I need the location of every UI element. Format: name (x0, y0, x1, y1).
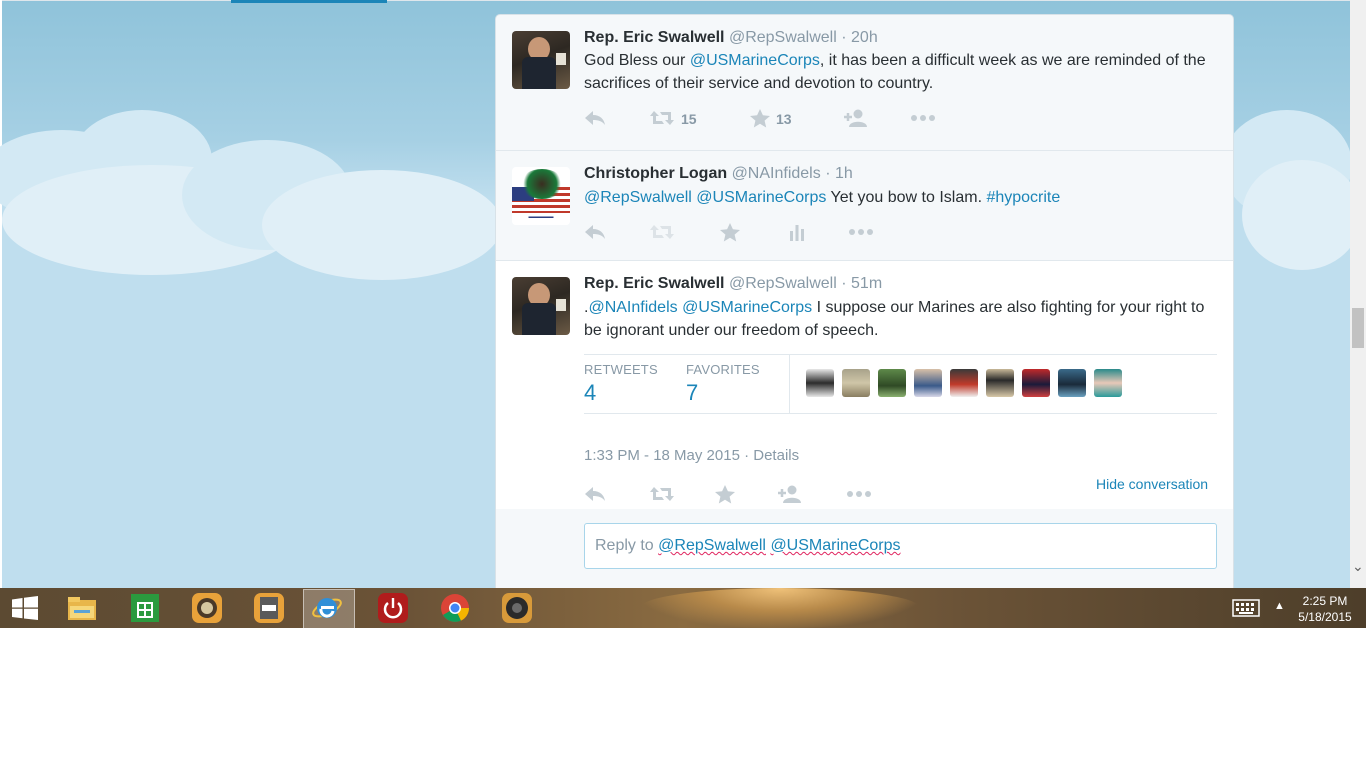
page-scrollbar[interactable] (1350, 0, 1366, 588)
favorite-count[interactable]: 13 (776, 111, 792, 127)
reply-placeholder: Reply to @RepSwalwell @USMarineCorps (595, 537, 901, 555)
windows-start-icon[interactable] (12, 596, 38, 620)
keyboard-icon[interactable] (1232, 599, 1260, 620)
more-options-icon[interactable] (846, 485, 872, 503)
desktop-screen: Rep. Eric Swalwell @RepSwalwell · 20h Go… (0, 0, 1366, 628)
follow-user-icon[interactable] (844, 109, 870, 127)
show-hidden-icons-icon[interactable]: ▲ (1274, 600, 1285, 612)
tweet-item[interactable]: ▬▬▬▬▬ Christopher Logan @NAInfidels · 1h… (496, 151, 1233, 261)
favoriter-avatar[interactable] (842, 369, 870, 397)
favoriter-avatar[interactable] (986, 369, 1014, 397)
favoriter-avatar[interactable] (914, 369, 942, 397)
top-divider (2, 0, 1350, 1)
user-fullname[interactable]: Christopher Logan (584, 165, 727, 182)
user-handle[interactable]: @NAInfidels (732, 165, 821, 182)
tweet-text: God Bless our @USMarineCorps, it has bee… (584, 49, 1214, 95)
clock-date: 5/18/2015 (1298, 610, 1352, 624)
tweet-time[interactable]: · 1h (825, 165, 853, 182)
chrome-icon[interactable] (439, 592, 471, 624)
mention-link[interactable]: @USMarineCorps (682, 299, 812, 316)
reply-icon[interactable] (584, 223, 606, 241)
retweet-icon[interactable] (650, 223, 674, 241)
text-segment: God Bless our (584, 52, 690, 69)
user-handle[interactable]: @RepSwalwell (729, 275, 837, 292)
internet-explorer-icon[interactable] (311, 592, 343, 624)
power-icon[interactable] (377, 592, 409, 624)
tweet-item-expanded[interactable]: Rep. Eric Swalwell @RepSwalwell · 51m .@… (496, 261, 1233, 510)
file-explorer-icon[interactable] (66, 592, 98, 624)
analytics-icon[interactable] (788, 223, 806, 241)
favorites-value[interactable]: 7 (686, 380, 698, 406)
speaker-app-icon[interactable] (501, 592, 533, 624)
mention-link[interactable]: @NAInfidels (588, 299, 677, 316)
favoriter-avatar[interactable] (878, 369, 906, 397)
hide-conversation-link[interactable]: Hide conversation (1096, 476, 1208, 492)
user-fullname[interactable]: Rep. Eric Swalwell (584, 29, 725, 46)
timestamp-text[interactable]: 1:33 PM - 18 May 2015 (584, 447, 740, 464)
tweet-actions: Hide conversation (584, 476, 1217, 505)
favoriter-avatar[interactable] (950, 369, 978, 397)
favoriter-avatar[interactable] (806, 369, 834, 397)
avatar[interactable] (512, 277, 570, 335)
scroll-down-arrow-icon[interactable]: ⌄ (1352, 558, 1364, 575)
details-link[interactable]: · Details (744, 447, 799, 464)
text-segment: Yet you bow to Islam. (826, 189, 987, 206)
reply-prefix: Reply to (595, 537, 659, 554)
retweets-label: RETWEETS (584, 362, 658, 377)
favorite-star-icon[interactable] (750, 109, 770, 128)
user-handle[interactable]: @RepSwalwell (729, 29, 837, 46)
tweet-time[interactable]: · 51m (841, 275, 882, 292)
tweet-actions: 15 13 (584, 109, 984, 129)
more-options-icon[interactable] (848, 223, 874, 241)
user-fullname[interactable]: Rep. Eric Swalwell (584, 275, 725, 292)
app-icon[interactable] (191, 592, 223, 624)
mention-link[interactable]: @USMarineCorps (690, 52, 820, 69)
reply-icon[interactable] (584, 109, 606, 127)
tweet-timestamp: 1:33 PM - 18 May 2015 · Details (584, 447, 799, 464)
taskbar-wallpaper-glow (640, 588, 920, 628)
reply-mention: @USMarineCorps (770, 537, 901, 554)
reply-mention: @RepSwalwell (658, 537, 766, 554)
windows-taskbar: ▲ 2:25 PM 5/18/2015 (0, 588, 1366, 628)
avatar[interactable] (512, 31, 570, 89)
retweet-icon[interactable] (650, 485, 674, 503)
favoriter-avatar[interactable] (1058, 369, 1086, 397)
tweet-time[interactable]: · 20h (841, 29, 877, 46)
more-options-icon[interactable] (910, 109, 936, 127)
tweet-actions (584, 223, 984, 243)
conversation-timeline: Rep. Eric Swalwell @RepSwalwell · 20h Go… (495, 14, 1234, 616)
tweet-header: Christopher Logan @NAInfidels · 1h (584, 165, 853, 183)
tweet-text: @RepSwalwell @USMarineCorps Yet you bow … (584, 186, 1214, 209)
clock-time: 2:25 PM (1302, 594, 1348, 608)
retweet-count[interactable]: 15 (681, 111, 697, 127)
stats-divider (789, 355, 790, 413)
system-clock[interactable]: 2:25 PM 5/18/2015 (1294, 593, 1356, 625)
retweet-icon[interactable] (650, 109, 674, 127)
favorite-star-icon[interactable] (720, 223, 740, 242)
tweet-header: Rep. Eric Swalwell @RepSwalwell · 20h (584, 29, 878, 47)
doc-icon[interactable] (253, 592, 285, 624)
active-nav-indicator (231, 0, 387, 3)
favoriter-avatar[interactable] (1094, 369, 1122, 397)
mention-link[interactable]: @USMarineCorps (696, 189, 826, 206)
store-icon[interactable] (129, 592, 161, 624)
follow-user-icon[interactable] (778, 485, 804, 503)
cloud (1242, 160, 1362, 270)
avatar[interactable]: ▬▬▬▬▬ (512, 167, 570, 225)
retweets-value[interactable]: 4 (584, 380, 596, 406)
cloud (262, 170, 502, 280)
reply-input[interactable]: Reply to @RepSwalwell @USMarineCorps (584, 523, 1217, 569)
favorites-label: FAVORITES (686, 362, 760, 377)
tweet-header: Rep. Eric Swalwell @RepSwalwell · 51m (584, 275, 882, 293)
tweet-text: .@NAInfidels @USMarineCorps I suppose ou… (584, 296, 1214, 342)
tweet-stats: RETWEETS 4 FAVORITES 7 (584, 354, 1217, 414)
favoriter-avatar[interactable] (1022, 369, 1050, 397)
reply-icon[interactable] (584, 485, 606, 503)
mention-link[interactable]: @RepSwalwell (584, 189, 692, 206)
favorite-star-icon[interactable] (715, 485, 735, 504)
hashtag-link[interactable]: #hypocrite (986, 189, 1060, 206)
scrollbar-thumb[interactable] (1352, 308, 1364, 348)
tweet-item[interactable]: Rep. Eric Swalwell @RepSwalwell · 20h Go… (496, 15, 1233, 151)
